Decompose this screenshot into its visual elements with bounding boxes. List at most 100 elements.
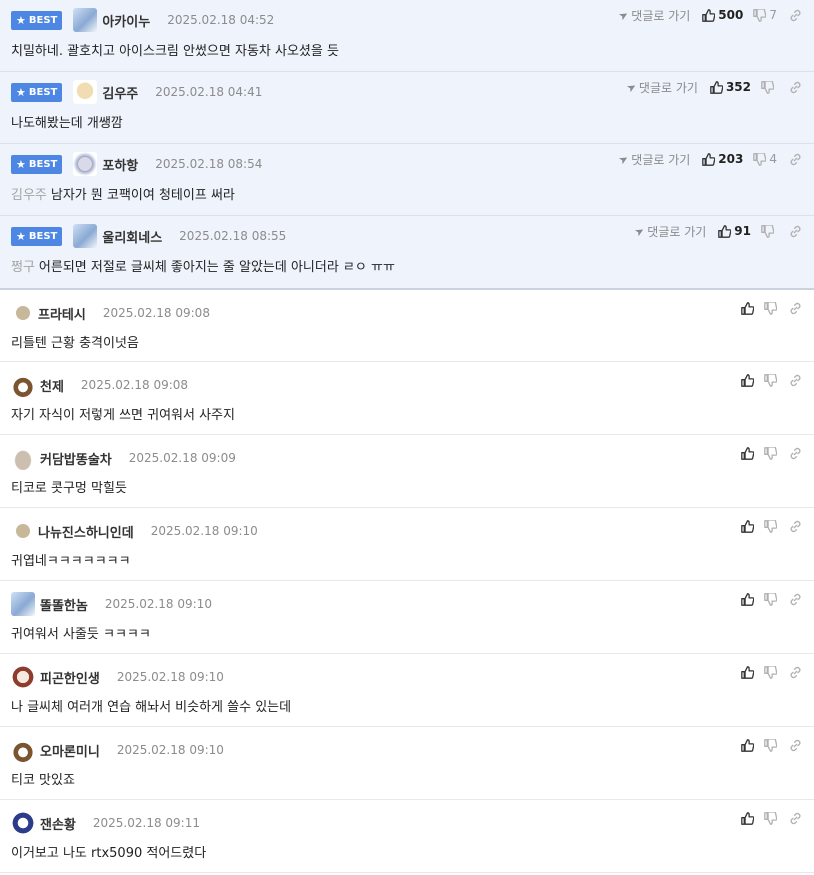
dislike-button[interactable]: 7 (753, 8, 777, 22)
comment-actions (741, 443, 802, 463)
copy-link-button[interactable] (789, 520, 802, 533)
dislike-button[interactable] (764, 811, 777, 825)
nickname[interactable]: 포하항 (102, 155, 138, 174)
like-button[interactable] (741, 519, 754, 533)
thumbs-down-icon (753, 8, 767, 22)
mention-nickname[interactable]: 쩡구 (11, 260, 35, 275)
nickname[interactable]: 커담밥똥술차 (40, 449, 112, 468)
like-button[interactable] (741, 738, 754, 752)
copy-link-button[interactable] (789, 9, 802, 22)
copy-link-button[interactable] (789, 225, 802, 238)
mention-nickname[interactable]: 김우주 (11, 188, 47, 203)
comment-date: 2025.02.18 09:08 (80, 378, 189, 392)
nickname[interactable]: 천제 (40, 376, 64, 395)
dislike-button[interactable]: 4 (753, 152, 777, 166)
nickname[interactable]: 오마론미니 (40, 741, 100, 760)
normal-comments: 프라테시 2025.02.18 09:08 리틀텐 근황 충격이넛음 천제 20… (0, 290, 814, 873)
nickname[interactable]: 프라테시 (38, 304, 86, 323)
comment-date: 2025.02.18 04:52 (167, 13, 275, 27)
comment-date: 2025.02.18 09:10 (150, 524, 258, 538)
thumbs-down-icon (764, 811, 777, 825)
dog2-avatar[interactable] (73, 152, 98, 176)
like-button[interactable] (741, 373, 754, 387)
comment-actions: ➤ 댓글로 가기 91 (632, 221, 802, 241)
like-button[interactable] (741, 301, 754, 315)
thumbs-up-icon (710, 80, 723, 94)
nickname[interactable]: 울리회네스 (102, 227, 162, 246)
like-button[interactable]: 500 (702, 8, 743, 22)
goto-comment-link[interactable]: ➤ 댓글로 가기 (632, 223, 706, 240)
dog-avatar[interactable] (73, 80, 98, 104)
fox-avatar[interactable] (11, 738, 35, 762)
like-button[interactable] (741, 446, 754, 460)
dot-avatar[interactable] (16, 306, 30, 320)
dislike-button[interactable] (764, 446, 777, 460)
copy-link-button[interactable] (789, 739, 802, 752)
goto-comment-link[interactable]: ➤ 댓글로 가기 (624, 79, 698, 96)
goto-comment-link[interactable]: ➤ 댓글로 가기 (616, 151, 690, 168)
copy-link-button[interactable] (789, 812, 802, 825)
link-icon (790, 374, 801, 386)
dislike-button[interactable] (764, 373, 777, 387)
dislike-button[interactable] (764, 592, 777, 606)
dislike-button[interactable] (764, 301, 777, 315)
cat-avatar[interactable] (73, 224, 98, 248)
nickname[interactable]: 똘똘한놈 (40, 595, 88, 614)
nickname[interactable]: 피곤한인생 (40, 668, 100, 687)
link-icon (790, 302, 801, 314)
comment-actions (741, 516, 802, 536)
thumbs-down-icon (764, 665, 777, 679)
copy-link-button[interactable] (789, 374, 802, 387)
comment-header: ★ BEST 아카이누 2025.02.18 04:52 (11, 8, 274, 32)
link-icon (790, 520, 801, 532)
dislike-button[interactable] (764, 665, 777, 679)
dislike-button[interactable] (764, 519, 777, 533)
like-button[interactable] (741, 592, 754, 606)
comment-actions (741, 370, 802, 390)
fox-avatar[interactable] (11, 373, 35, 397)
like-button[interactable] (741, 665, 754, 679)
copy-link-button[interactable] (789, 153, 802, 166)
comment-text: 리틀텐 근황 충격이넛음 (11, 336, 139, 351)
like-button[interactable]: 203 (702, 152, 743, 166)
best-comment: ★ BEST 포하항 2025.02.18 08:54 김우주 남자가 뭔 코팩이여… (0, 144, 814, 216)
cat-avatar[interactable] (73, 8, 98, 32)
dislike-button[interactable] (761, 224, 777, 238)
thumbs-up-icon (718, 224, 732, 238)
comment-text: 나도해봤는데 개쌩깜 (11, 116, 123, 131)
comment: 천제 2025.02.18 09:08 자기 자식이 저렇게 쓰면 귀여워서 사… (0, 362, 814, 435)
red-avatar[interactable] (11, 665, 35, 689)
comment-actions: ➤ 댓글로 가기 203 4 (616, 149, 802, 169)
like-button[interactable]: 352 (710, 80, 751, 94)
link-icon (790, 593, 801, 605)
dislike-button[interactable] (764, 738, 777, 752)
thumbs-up-icon (741, 519, 754, 533)
like-button[interactable] (741, 811, 754, 825)
comment-actions: ➤ 댓글로 가기 352 (624, 77, 802, 97)
comment-text: 귀엽네ㅋㅋㅋㅋㅋㅋㅋ (11, 554, 131, 569)
best-badge: ★ BEST (11, 154, 63, 174)
nickname[interactable]: 나뉴진스하니인데 (38, 522, 134, 541)
like-button[interactable]: 91 (718, 224, 751, 238)
brown-avatar[interactable] (11, 811, 35, 835)
thumbs-down-icon (764, 301, 777, 315)
copy-link-button[interactable] (789, 447, 802, 460)
nickname[interactable]: 잰손황 (40, 814, 76, 833)
thumbs-up-icon (741, 446, 754, 460)
nickname[interactable]: 아카이누 (102, 11, 150, 30)
blob-avatar[interactable] (11, 446, 35, 470)
comment: 오마론미니 2025.02.18 09:10 티코 맛있죠 (0, 727, 814, 800)
star-icon: ★ (16, 13, 26, 27)
comment-header: 피곤한인생 2025.02.18 09:10 (11, 665, 224, 689)
copy-link-button[interactable] (789, 81, 802, 94)
copy-link-button[interactable] (789, 302, 802, 315)
copy-link-button[interactable] (789, 593, 802, 606)
link-icon (790, 447, 801, 459)
dislike-button[interactable] (761, 80, 777, 94)
cat-avatar[interactable] (11, 592, 35, 616)
nickname[interactable]: 김우주 (102, 83, 138, 102)
copy-link-button[interactable] (789, 666, 802, 679)
comment-header: ★ BEST 포하항 2025.02.18 08:54 (11, 152, 262, 176)
dot-avatar[interactable] (16, 524, 30, 538)
goto-comment-link[interactable]: ➤ 댓글로 가기 (616, 7, 690, 24)
